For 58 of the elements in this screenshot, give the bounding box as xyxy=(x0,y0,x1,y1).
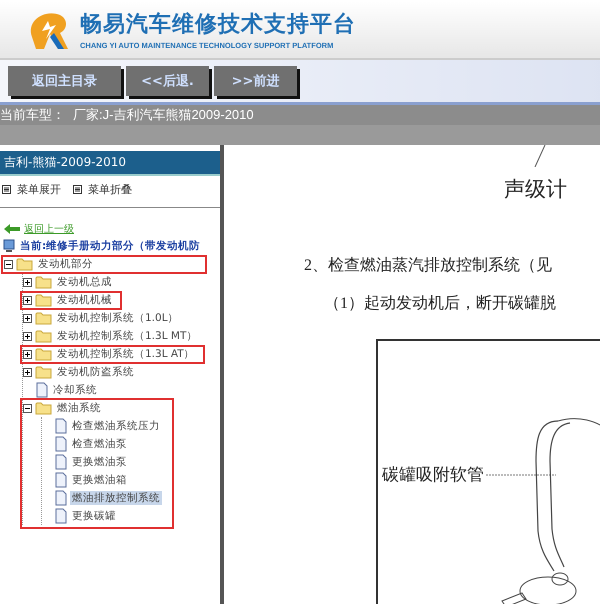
collapse-icon[interactable] xyxy=(4,260,13,268)
collapse-icon[interactable] xyxy=(23,404,32,412)
tree-item[interactable]: 检查燃油泵 xyxy=(70,437,129,451)
expand-icon[interactable] xyxy=(23,332,32,340)
tree-item[interactable]: 燃油系统 xyxy=(55,401,103,415)
part-label: 碳罐吸附软管 xyxy=(382,464,484,486)
nav-button[interactable]: >>前进 xyxy=(214,66,297,96)
folder-icon xyxy=(35,311,53,325)
step-text: 2、检查燃油蒸汽排放控制系统（见 xyxy=(304,256,552,276)
document-icon xyxy=(35,382,49,398)
car-model-label: 当前车型： xyxy=(0,106,65,124)
back-link[interactable]: 返回上一级 xyxy=(24,222,74,236)
tree-item[interactable]: 检查燃油系统压力 xyxy=(70,419,162,433)
car-model-value: 厂家:J-吉利汽车熊猫2009-2010 xyxy=(73,106,254,124)
leader-line xyxy=(486,472,556,476)
document-icon xyxy=(54,490,68,506)
tree-item[interactable]: 发动机控制系统（1.3L MT） xyxy=(55,329,200,343)
leader-line xyxy=(534,145,546,167)
tree-item[interactable]: 发动机部分 xyxy=(36,257,95,271)
folder-icon xyxy=(35,293,53,307)
tree-item[interactable]: 发动机控制系统（1.0L） xyxy=(55,311,181,325)
list-icon xyxy=(73,185,82,194)
expand-icon[interactable] xyxy=(23,278,32,286)
folder-icon xyxy=(35,347,53,361)
document-icon xyxy=(54,454,68,470)
document-icon xyxy=(54,508,68,524)
folder-icon xyxy=(35,365,53,379)
tree-item[interactable]: 更换碳罐 xyxy=(70,509,118,523)
expand-icon[interactable] xyxy=(23,368,32,376)
tree-item[interactable]: 发动机总成 xyxy=(55,275,114,289)
expand-icon[interactable] xyxy=(23,350,32,358)
tree-item[interactable]: 发动机控制系统（1.3L AT） xyxy=(55,347,197,361)
expand-icon[interactable] xyxy=(23,314,32,322)
tree-item[interactable]: 发动机机械 xyxy=(55,293,114,307)
tree-item[interactable]: 冷却系统 xyxy=(51,383,99,397)
tree-item[interactable]: 更换燃油泵 xyxy=(70,455,129,469)
document-icon xyxy=(54,418,68,434)
sidebar-title: 吉利-熊猫-2009-2010 xyxy=(0,151,220,176)
tree-item[interactable]: 更换燃油箱 xyxy=(70,473,129,487)
expand-icon[interactable] xyxy=(23,296,32,304)
menu-action-link[interactable]: 菜单折叠 xyxy=(88,182,132,197)
folder-icon xyxy=(16,257,34,271)
folder-icon xyxy=(35,329,53,343)
monitor-icon xyxy=(3,239,15,253)
folder-icon xyxy=(35,275,53,289)
folder-icon xyxy=(35,401,53,415)
substep-text: （1）起动发动机后，断开碳罐脱 xyxy=(324,294,556,314)
figure-caption: 声级计 xyxy=(504,176,567,203)
document-icon xyxy=(54,472,68,488)
tree-item[interactable]: 发动机防盗系统 xyxy=(55,365,136,379)
platform-title: 畅易汽车维修技术支持平台 xyxy=(80,10,356,38)
menu-action-link[interactable]: 菜单展开 xyxy=(17,182,61,197)
current-section: 当前:维修手册动力部分（带发动机防 xyxy=(20,239,200,253)
nav-button[interactable]: <<后退. xyxy=(126,66,209,96)
tree-item[interactable]: 燃油排放控制系统 xyxy=(70,491,162,505)
nav-button[interactable]: 返回主目录 xyxy=(8,66,121,96)
back-arrow-icon xyxy=(4,224,20,234)
document-icon xyxy=(54,436,68,452)
